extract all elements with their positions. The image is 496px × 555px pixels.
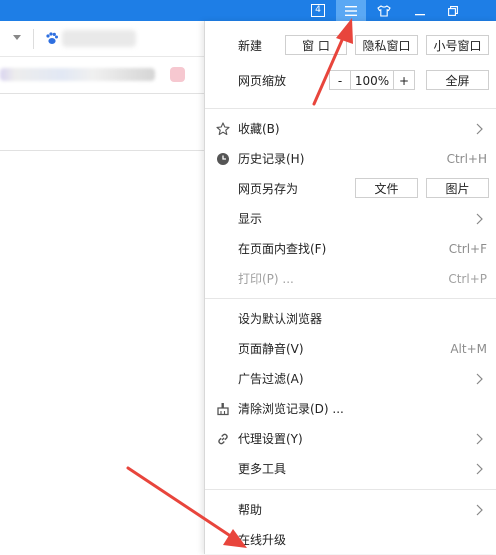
- menu-item-clear-history[interactable]: 清除浏览记录(D) ...: [205, 394, 496, 424]
- menu-item-default-browser[interactable]: 设为默认浏览器: [205, 304, 496, 334]
- print-label: 打印(P) ...: [238, 272, 294, 286]
- paw-icon[interactable]: [45, 32, 59, 45]
- find-label: 在页面内查找(F): [238, 242, 327, 256]
- find-shortcut: Ctrl+F: [448, 242, 487, 256]
- menu-row-zoom: 网页缩放 - 100% + 全屏: [205, 66, 496, 96]
- zoom-label: 网页缩放: [238, 74, 287, 88]
- new-alt-window-button[interactable]: 小号窗口: [426, 35, 489, 55]
- clock-icon: [217, 153, 229, 165]
- menu-row-save-as: 网页另存为 文件 图片: [205, 174, 496, 204]
- zoom-value: 100%: [350, 70, 394, 90]
- menu-separator: [205, 298, 496, 299]
- menu-item-find[interactable]: 在页面内查找(F) Ctrl+F: [205, 234, 496, 264]
- menu-item-print[interactable]: 打印(P) ... Ctrl+P: [205, 264, 496, 294]
- chevron-right-icon: [476, 504, 483, 516]
- fullscreen-button[interactable]: 全屏: [426, 70, 489, 90]
- default-browser-label: 设为默认浏览器: [238, 312, 323, 326]
- new-private-window-button[interactable]: 隐私窗口: [355, 35, 418, 55]
- menu-separator: [205, 489, 496, 490]
- link-icon: [218, 433, 228, 445]
- history-shortcut: Ctrl+H: [446, 152, 487, 166]
- print-shortcut: Ctrl+P: [448, 272, 487, 286]
- chevron-down-icon[interactable]: [13, 35, 21, 41]
- menu-row-new: 新建 窗 口 隐私窗口 小号窗口: [205, 31, 496, 61]
- menu-item-ad-filter[interactable]: 广告过滤(A): [205, 364, 496, 394]
- blurred-search-text: [62, 30, 136, 47]
- mute-shortcut: Alt+M: [450, 342, 487, 356]
- menu-item-proxy[interactable]: 代理设置(Y): [205, 424, 496, 454]
- save-image-button[interactable]: 图片: [426, 178, 489, 198]
- blurred-favicon: [170, 67, 185, 82]
- divider: [0, 93, 204, 94]
- main-menu-button[interactable]: [336, 0, 366, 21]
- chevron-right-icon: [476, 213, 483, 225]
- new-label: 新建: [238, 39, 263, 53]
- history-label: 历史记录(H): [238, 152, 305, 166]
- restore-icon: [448, 5, 458, 16]
- chevron-right-icon: [476, 433, 483, 445]
- clear-history-label: 清除浏览记录(D) ...: [238, 402, 344, 416]
- zoom-out-button[interactable]: -: [329, 70, 351, 90]
- display-label: 显示: [238, 212, 263, 226]
- star-icon: [216, 122, 230, 136]
- upgrade-label: 在线升级: [238, 533, 287, 547]
- tab-count: 4: [311, 4, 325, 17]
- blurred-bookmarks: [0, 68, 155, 81]
- help-label: 帮助: [238, 503, 263, 517]
- proxy-label: 代理设置(Y): [238, 432, 303, 446]
- menu-separator: [205, 108, 496, 109]
- menu-item-history[interactable]: 历史记录(H) Ctrl+H: [205, 144, 496, 174]
- hamburger-icon: [345, 5, 357, 16]
- menu-item-mute[interactable]: 页面静音(V) Alt+M: [205, 334, 496, 364]
- mute-label: 页面静音(V): [238, 342, 304, 356]
- title-bar: 4: [0, 0, 496, 21]
- zoom-in-button[interactable]: +: [393, 70, 415, 90]
- favorites-label: 收藏(B): [238, 122, 280, 136]
- save-file-button[interactable]: 文件: [355, 178, 418, 198]
- tshirt-icon: [377, 4, 391, 17]
- menu-item-more-tools[interactable]: 更多工具: [205, 454, 496, 484]
- menu-item-display[interactable]: 显示: [205, 204, 496, 234]
- toolbar-divider: [33, 29, 34, 49]
- main-menu-panel: 新建 窗 口 隐私窗口 小号窗口 网页缩放 - 100% + 全屏 收藏(B) …: [204, 21, 496, 554]
- menu-item-upgrade[interactable]: 在线升级: [205, 525, 496, 555]
- more-tools-label: 更多工具: [238, 462, 287, 476]
- chevron-right-icon: [476, 373, 483, 385]
- skin-button[interactable]: [369, 0, 399, 21]
- minimize-button[interactable]: [405, 0, 435, 21]
- bookmark-bar: [0, 57, 204, 93]
- restore-button[interactable]: [438, 0, 468, 21]
- browser-toolbar: [0, 21, 204, 57]
- broom-icon: [217, 403, 229, 416]
- tab-count-button[interactable]: 4: [303, 0, 333, 21]
- menu-item-favorites[interactable]: 收藏(B): [205, 114, 496, 144]
- divider: [0, 150, 204, 151]
- chevron-right-icon: [476, 123, 483, 135]
- menu-item-help[interactable]: 帮助: [205, 495, 496, 525]
- save-as-label: 网页另存为: [238, 182, 299, 196]
- chevron-right-icon: [476, 463, 483, 475]
- ad-filter-label: 广告过滤(A): [238, 372, 304, 386]
- minimize-icon: [415, 13, 425, 15]
- new-window-button[interactable]: 窗 口: [285, 35, 347, 55]
